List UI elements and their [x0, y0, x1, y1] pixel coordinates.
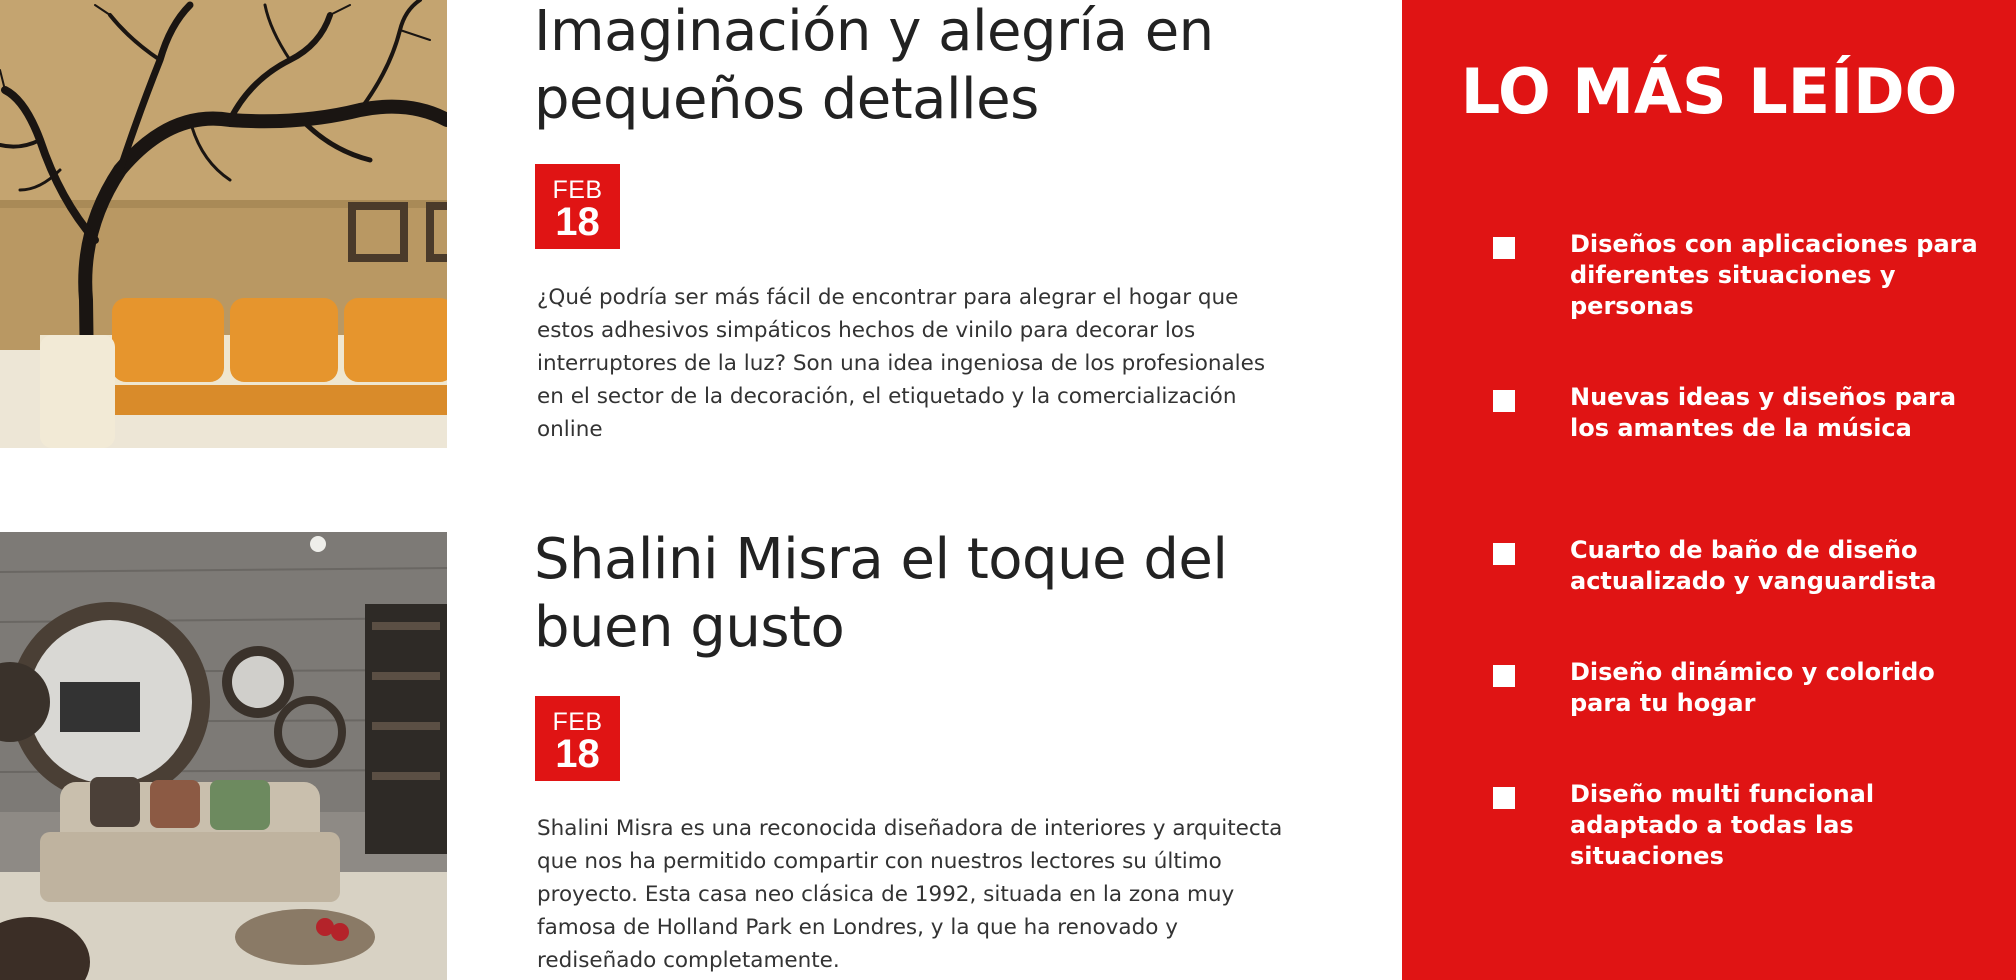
square-bullet-icon	[1493, 665, 1515, 687]
date-day: 18	[555, 732, 600, 776]
square-bullet-icon	[1493, 787, 1515, 809]
sidebar-title: LO MÁS LEÍDO	[1460, 55, 1958, 128]
article-excerpt: Shalini Misra es una reconocida diseñado…	[537, 816, 1283, 973]
article-title[interactable]: Shalini Misra el toque del buen gusto	[534, 526, 1334, 662]
list-item-link[interactable]: Diseño multi funcional adaptado a todas …	[1570, 779, 1990, 872]
article-image-living-room-mirrors[interactable]	[0, 532, 447, 980]
date-badge: FEB 18	[535, 696, 620, 781]
list-item-link[interactable]: Nuevas ideas y diseños para los amantes …	[1570, 382, 1990, 444]
date-badge: FEB 18	[535, 164, 620, 249]
date-month: FEB	[552, 176, 603, 204]
article-image-illustration	[0, 0, 447, 448]
article-image-illustration	[0, 532, 447, 980]
square-bullet-icon	[1493, 237, 1515, 259]
square-bullet-icon	[1493, 390, 1515, 412]
list-item-link[interactable]: Cuarto de baño de diseño actualizado y v…	[1570, 535, 1990, 597]
article-image-living-room-tree-decal[interactable]	[0, 0, 447, 448]
article-card: Imaginación y alegría en pequeños detall…	[0, 0, 1400, 448]
most-read-sidebar: LO MÁS LEÍDO Diseños con aplicaciones pa…	[1402, 0, 2016, 980]
list-item-link[interactable]: Diseños con aplicaciones para diferentes…	[1570, 229, 1990, 322]
article-card: Shalini Misra el toque del buen gusto FE…	[0, 527, 1400, 980]
square-bullet-icon	[1493, 543, 1515, 565]
list-item-link[interactable]: Diseño dinámico y colorido para tu hogar	[1570, 657, 1990, 719]
article-title[interactable]: Imaginación y alegría en pequeños detall…	[534, 0, 1334, 134]
date-month: FEB	[552, 708, 603, 736]
date-day: 18	[555, 200, 600, 244]
article-excerpt: ¿Qué podría ser más fácil de encontrar p…	[537, 285, 1266, 442]
